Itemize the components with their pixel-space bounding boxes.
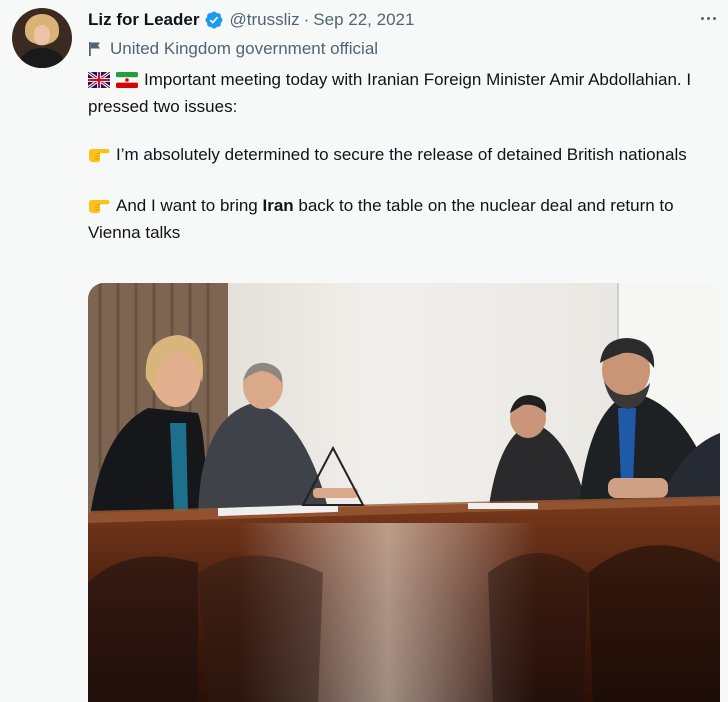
tweet-header: Liz for Leader @trussliz · Sep 22, 2021: [88, 8, 414, 32]
separator-dot: ·: [303, 10, 310, 29]
verified-badge-icon: [204, 10, 224, 30]
tweet-date[interactable]: Sep 22, 2021: [313, 10, 414, 30]
tweet-point-2-pre: And I want to bring: [116, 196, 263, 215]
avatar[interactable]: [12, 8, 72, 68]
tweet-point-2-bold: Iran: [262, 196, 294, 215]
iran-flag-emoji: [116, 71, 138, 95]
author-handle[interactable]: @trussliz: [229, 10, 299, 30]
flag-icon: [88, 41, 102, 57]
tweet[interactable]: Liz for Leader @trussliz · Sep 22, 2021 …: [0, 0, 728, 702]
tweet-point-2: And I want to bring Iran back to the tab…: [88, 194, 720, 245]
uk-flag-emoji: [87, 70, 111, 95]
government-label: United Kingdom government official: [88, 38, 378, 60]
pointing-right-emoji: [88, 145, 110, 170]
pointing-right-emoji: [88, 196, 110, 221]
tweet-text: Important meeting today with Iranian For…: [87, 68, 720, 245]
tweet-point-1: I’m absolutely determined to secure the …: [88, 143, 720, 170]
government-label-text: United Kingdom government official: [110, 39, 379, 58]
tweet-photo[interactable]: [88, 283, 720, 702]
meeting-photo-image: [88, 283, 720, 702]
tweet-intro: Important meeting today with Iranian For…: [87, 68, 720, 119]
tweet-point-1-text: I’m absolutely determined to secure the …: [116, 145, 687, 164]
author-name[interactable]: Liz for Leader: [88, 10, 199, 30]
more-options-icon[interactable]: [697, 8, 719, 28]
tweet-intro-text: Important meeting today with Iranian For…: [88, 70, 692, 116]
